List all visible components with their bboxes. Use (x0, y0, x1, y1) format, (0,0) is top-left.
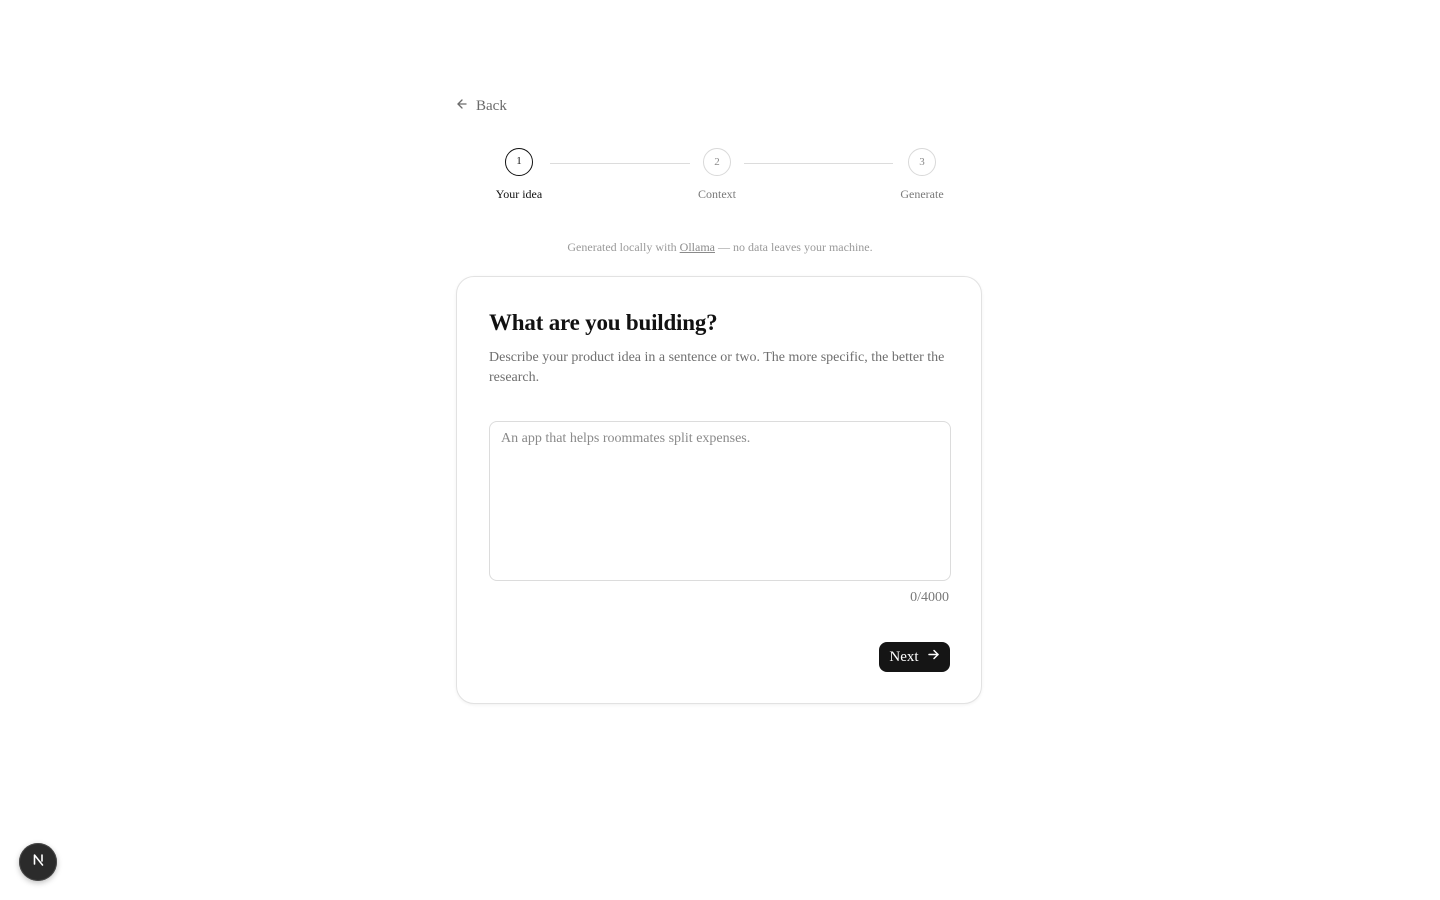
char-count: 0/4000 (910, 590, 949, 605)
nextjs-dev-badge[interactable] (19, 843, 57, 881)
idea-input[interactable] (489, 421, 951, 581)
idea-card: What are you building? Describe your pro… (456, 276, 982, 704)
step-label: Generate (900, 187, 944, 201)
step-connector (550, 163, 690, 164)
privacy-suffix: — no data leaves your machine. (715, 240, 873, 254)
step-connector (744, 163, 893, 164)
step-your-idea: 1 Your idea (479, 148, 559, 202)
ollama-link[interactable]: Ollama (680, 240, 715, 254)
step-number: 2 (703, 148, 731, 176)
card-description: Describe your product idea in a sentence… (489, 350, 945, 385)
next-label: Next (889, 648, 919, 665)
step-number: 3 (908, 148, 936, 176)
back-link[interactable]: Back (456, 95, 507, 117)
privacy-note: Generated locally with Ollama — no data … (0, 240, 1440, 255)
step-number: 1 (505, 148, 533, 176)
stepper: 1 Your idea 2 Context 3 Generate (456, 148, 984, 208)
step-label: Your idea (495, 187, 543, 201)
arrow-left-icon (456, 98, 468, 115)
nextjs-logo-icon (31, 852, 46, 872)
next-button[interactable]: Next (879, 642, 950, 672)
card-title: What are you building? (489, 310, 718, 335)
step-context: 2 Context (677, 148, 757, 202)
back-label: Back (476, 97, 507, 114)
privacy-prefix: Generated locally with (567, 240, 680, 254)
arrow-right-icon (927, 648, 940, 666)
step-generate: 3 Generate (882, 148, 962, 202)
page: Back 1 Your idea 2 Context 3 Generate Ge… (0, 0, 1440, 900)
step-label: Context (698, 187, 736, 201)
